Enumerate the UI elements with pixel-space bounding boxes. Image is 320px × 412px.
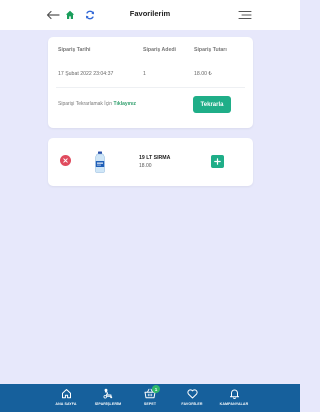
water-bottle-image [95, 151, 105, 173]
order-date-value: 17 Şubat 2022 23:04:37 [58, 71, 114, 77]
nav-label-campaigns: KAMPANYALAR [219, 402, 249, 406]
page-title: Favorilerim [129, 9, 171, 18]
favorite-item: 19 LT SIRMA 18.00 [48, 138, 253, 186]
repeat-order-text: Siparişi Tekrarlamak İçin Tıklayınız [58, 101, 136, 107]
delivery-icon [102, 388, 114, 399]
close-icon [63, 158, 68, 163]
heart-icon [186, 388, 198, 399]
nav-label-home: ANA SAYFA [55, 402, 77, 406]
top-bar: Favorilerim [0, 0, 300, 30]
order-card: Sipariş Tarihi Sipariş Adedi Sipariş Tut… [48, 37, 253, 128]
product-price: 18.00 [139, 163, 152, 169]
repeat-order-button[interactable]: Tekrarla [193, 96, 231, 113]
bell-icon [228, 388, 240, 399]
nav-label-orders: SİPARİŞLERİM [94, 402, 122, 406]
order-quantity-value: 1 [143, 71, 146, 77]
product-name: 19 LT SIRMA [139, 155, 171, 161]
repeat-order-label: Siparişi Tekrarlamak İçin [58, 101, 113, 107]
order-quantity-header: Sipariş Adedi [143, 47, 176, 53]
bottom-navigation: ANA SAYFA SİPARİŞLERİM 1 SEPET FAVORİLER… [0, 384, 300, 412]
divider [56, 87, 245, 88]
repeat-order-link[interactable]: Tıklayınız [113, 101, 136, 107]
order-date-header: Sipariş Tarihi [58, 47, 91, 53]
nav-item-orders[interactable]: SİPARİŞLERİM [88, 384, 128, 412]
nav-item-favorites[interactable]: FAVORİLER [172, 384, 212, 412]
plus-icon [214, 158, 221, 165]
remove-favorite-button[interactable] [60, 155, 71, 166]
order-amount-value: 18.00 ₺ [194, 71, 212, 77]
nav-label-cart: SEPET [143, 402, 157, 406]
home-icon [60, 388, 72, 399]
nav-item-home[interactable]: ANA SAYFA [46, 384, 86, 412]
nav-item-cart[interactable]: 1 SEPET [130, 384, 170, 412]
cart-count-badge: 1 [152, 385, 160, 393]
menu-icon[interactable] [238, 7, 252, 23]
nav-item-campaigns[interactable]: KAMPANYALAR [214, 384, 254, 412]
add-to-cart-button[interactable] [211, 155, 224, 168]
nav-label-favorites: FAVORİLER [181, 402, 203, 406]
order-amount-header: Sipariş Tutarı [194, 47, 227, 53]
